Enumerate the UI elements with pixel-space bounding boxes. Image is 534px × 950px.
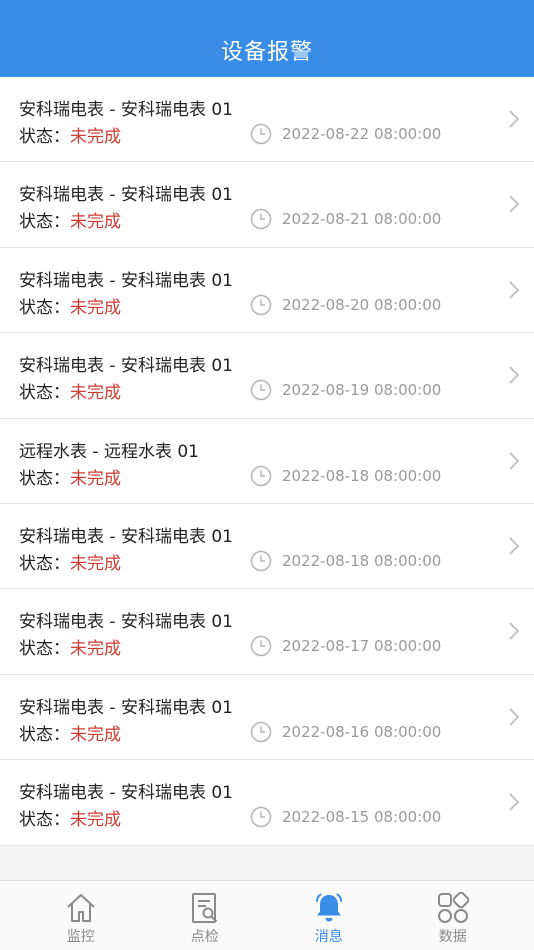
status-line: 状态：未完成 — [19, 122, 121, 147]
list-item[interactable]: 安科瑞电表 - 安科瑞电表 01 状态：未完成 2022-08-17 08:00… — [0, 589, 534, 675]
tab-inspection[interactable]: 点检 — [138, 881, 272, 950]
status-label: 状态： — [19, 724, 70, 745]
tab-label: 点检 — [190, 929, 219, 945]
list-item[interactable]: 安科瑞电表 - 安科瑞电表 01 状态：未完成 2022-08-15 08:00… — [0, 760, 534, 846]
list-item[interactable]: 安科瑞电表 - 安科瑞电表 01 状态：未完成 2022-08-21 08:00… — [0, 162, 534, 248]
chevron-right-icon — [509, 195, 520, 214]
status-value: 未完成 — [70, 553, 121, 574]
device-name: 安科瑞电表 - 安科瑞电表 01 — [19, 356, 233, 377]
alarm-time: 2022-08-15 08:00:00 — [282, 808, 442, 827]
clock-icon — [250, 294, 272, 316]
status-label: 状态： — [19, 297, 70, 318]
device-name: 安科瑞电表 - 安科瑞电表 01 — [19, 270, 233, 291]
status-value: 未完成 — [70, 468, 121, 489]
status-label: 状态： — [19, 383, 70, 404]
clock-icon — [250, 379, 272, 401]
status-label: 状态： — [19, 468, 70, 489]
status-line: 状态：未完成 — [19, 378, 121, 403]
alarm-list: 安科瑞电表 - 安科瑞电表 01 状态：未完成 2022-08-22 08:00… — [0, 77, 534, 846]
status-label: 状态： — [19, 553, 70, 574]
bottom-tab-bar: 监控 点检 消息 数据 — [0, 880, 534, 950]
chevron-right-icon — [509, 622, 520, 641]
page-title: 设备报警 — [220, 40, 313, 65]
list-item[interactable]: 安科瑞电表 - 安科瑞电表 01 状态：未完成 2022-08-20 08:00… — [0, 247, 534, 334]
status-line: 状态：未完成 — [19, 634, 121, 659]
tab-messages[interactable]: 消息 — [262, 881, 396, 950]
tab-label: 消息 — [314, 929, 343, 945]
list-item[interactable]: 安科瑞电表 - 安科瑞电表 01 状态：未完成 2022-08-16 08:00… — [0, 674, 534, 761]
clock-icon — [250, 465, 272, 486]
home-icon — [67, 894, 95, 922]
status-line: 状态：未完成 — [19, 549, 121, 574]
device-name: 安科瑞电表 - 安科瑞电表 01 — [19, 100, 233, 120]
status-line: 状态：未完成 — [19, 805, 121, 830]
alarm-time: 2022-08-19 08:00:00 — [282, 381, 442, 400]
chevron-right-icon — [509, 366, 520, 384]
status-value: 未完成 — [70, 724, 121, 745]
status-value: 未完成 — [70, 212, 121, 233]
grid-icon — [437, 891, 469, 923]
alarm-time: 2022-08-22 08:00:00 — [282, 125, 442, 143]
chevron-right-icon — [509, 793, 520, 811]
list-item[interactable]: 远程水表 - 远程水表 01 状态：未完成 2022-08-18 08:00:0… — [0, 418, 534, 504]
tab-label: 数据 — [438, 929, 467, 945]
device-name: 安科瑞电表 - 安科瑞电表 01 — [19, 185, 233, 206]
status-label: 状态： — [19, 639, 70, 660]
alarm-time: 2022-08-21 08:00:00 — [282, 210, 442, 229]
tab-data[interactable]: 数据 — [386, 881, 520, 950]
status-value: 未完成 — [70, 297, 121, 318]
chevron-right-icon — [509, 110, 520, 128]
tab-label: 监控 — [66, 929, 95, 945]
status-value: 未完成 — [70, 127, 121, 147]
inspection-icon — [191, 893, 217, 923]
status-line: 状态：未完成 — [19, 464, 121, 489]
chevron-right-icon — [509, 281, 520, 299]
device-name: 远程水表 - 远程水表 01 — [19, 441, 199, 462]
status-label: 状态： — [19, 212, 70, 233]
list-item[interactable]: 安科瑞电表 - 安科瑞电表 01 状态：未完成 2022-08-19 08:00… — [0, 333, 534, 419]
device-name: 安科瑞电表 - 安科瑞电表 01 — [19, 612, 233, 633]
clock-icon — [250, 209, 272, 230]
clock-icon — [250, 636, 272, 657]
app-header: 设备报警 — [0, 0, 534, 77]
tab-monitor[interactable]: 监控 — [14, 881, 148, 950]
alarm-time: 2022-08-18 08:00:00 — [282, 551, 442, 570]
alarm-time: 2022-08-18 08:00:00 — [282, 466, 442, 485]
status-label: 状态： — [19, 810, 70, 831]
device-name: 安科瑞电表 - 安科瑞电表 01 — [19, 526, 233, 547]
chevron-right-icon — [509, 537, 520, 555]
clock-icon — [250, 806, 272, 828]
chevron-right-icon — [509, 451, 520, 470]
chevron-right-icon — [509, 708, 520, 726]
clock-icon — [250, 123, 272, 145]
alarm-time: 2022-08-16 08:00:00 — [282, 722, 442, 741]
status-value: 未完成 — [70, 810, 121, 831]
device-name: 安科瑞电表 - 安科瑞电表 01 — [19, 783, 233, 804]
list-item[interactable]: 安科瑞电表 - 安科瑞电表 01 状态：未完成 2022-08-18 08:00… — [0, 503, 534, 590]
list-item[interactable]: 安科瑞电表 - 安科瑞电表 01 状态：未完成 2022-08-22 08:00… — [0, 77, 534, 163]
clock-icon — [250, 550, 272, 572]
alarm-time: 2022-08-17 08:00:00 — [282, 637, 442, 656]
status-value: 未完成 — [70, 639, 121, 660]
status-line: 状态：未完成 — [19, 207, 121, 232]
status-label: 状态： — [19, 127, 70, 147]
status-line: 状态：未完成 — [19, 720, 121, 745]
status-line: 状态：未完成 — [19, 293, 121, 318]
status-value: 未完成 — [70, 383, 121, 404]
clock-icon — [250, 721, 272, 742]
device-name: 安科瑞电表 - 安科瑞电表 01 — [19, 697, 233, 718]
bell-icon — [315, 893, 342, 922]
alarm-time: 2022-08-20 08:00:00 — [282, 295, 442, 314]
